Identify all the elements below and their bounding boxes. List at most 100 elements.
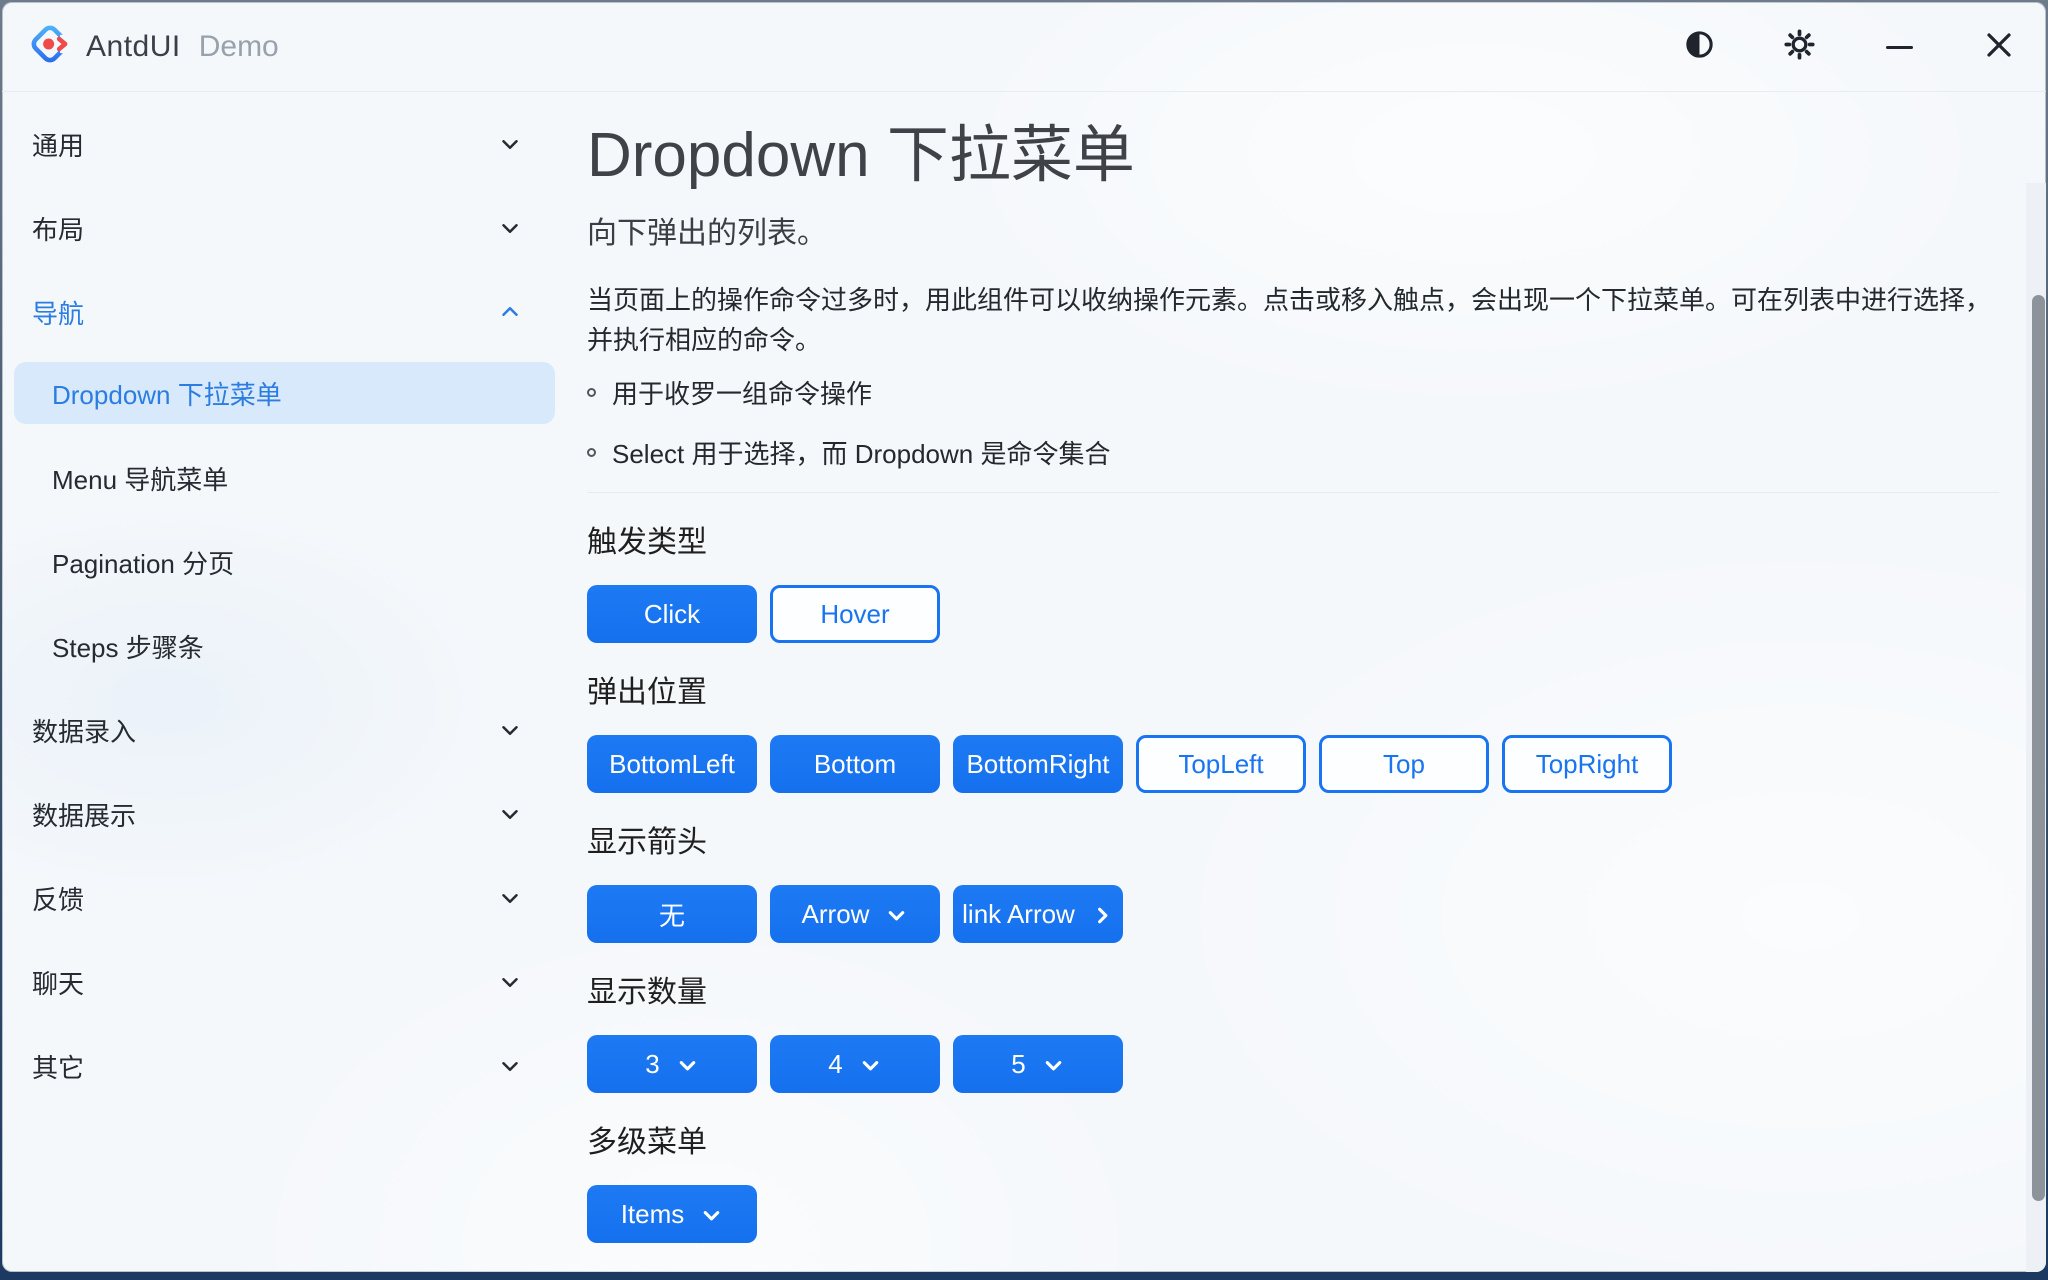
- chevron-down-icon: [859, 1054, 882, 1077]
- sidebar-item-label: Pagination 分页: [52, 544, 234, 581]
- sidebar-group-data-entry[interactable]: 数据录入: [2, 688, 567, 772]
- placement-bottomright-button[interactable]: BottomRight: [953, 735, 1123, 793]
- button-label: Click: [644, 599, 700, 630]
- settings-button[interactable]: [1777, 25, 1821, 69]
- arrow-link-button[interactable]: link Arrow: [953, 885, 1123, 943]
- titlebar: AntdUI Demo: [2, 2, 2046, 92]
- placement-topleft-button[interactable]: TopLeft: [1136, 735, 1306, 793]
- sidebar-group-label: 反馈: [32, 880, 84, 917]
- chevron-down-icon: [676, 1054, 699, 1077]
- sidebar-subnav-navigation: Dropdown 下拉菜单 Menu 导航菜单 Pagination 分页 St…: [2, 362, 567, 688]
- trigger-click-button[interactable]: Click: [587, 585, 757, 643]
- sidebar-group-data-display[interactable]: 数据展示: [2, 772, 567, 856]
- chevron-down-icon: [1042, 1054, 1065, 1077]
- placement-bottomleft-button[interactable]: BottomLeft: [587, 735, 757, 793]
- select-value: 5: [1011, 1049, 1025, 1080]
- bullet-list: 用于收罗一组命令操作 Select 用于选择，而 Dropdown 是命令集合: [587, 372, 1999, 472]
- app-brand: AntdUI Demo: [28, 22, 279, 71]
- circle-bullet-icon: [587, 448, 596, 457]
- chevron-up-icon: [497, 299, 523, 325]
- button-label: 无: [659, 896, 685, 933]
- page-title: Dropdown 下拉菜单: [587, 120, 1999, 192]
- page-description: 当页面上的操作命令过多时，用此组件可以收纳操作元素。点击或移入触点，会出现一个下…: [587, 280, 1999, 360]
- section-heading-show-arrow: 显示箭头: [587, 821, 1999, 865]
- main-content: Dropdown 下拉菜单 向下弹出的列表。 当页面上的操作命令过多时，用此组件…: [567, 92, 2046, 1272]
- button-label: BottomRight: [966, 749, 1109, 780]
- multilevel-items-select[interactable]: Items: [587, 1185, 757, 1243]
- button-label: TopLeft: [1178, 749, 1263, 780]
- sidebar-group-label: 聊天: [32, 964, 84, 1001]
- button-label: Arrow: [802, 899, 870, 930]
- sidebar: 通用 布局 导航: [2, 92, 567, 1272]
- sidebar-group-label: 布局: [32, 210, 84, 247]
- gear-icon: [1783, 28, 1816, 66]
- select-value: 3: [645, 1049, 659, 1080]
- circle-bullet-icon: [587, 388, 596, 397]
- theme-toggle-button[interactable]: [1677, 25, 1721, 69]
- section-heading-placement: 弹出位置: [587, 671, 1999, 715]
- sidebar-group-layout[interactable]: 布局: [2, 186, 567, 270]
- button-label: TopRight: [1536, 749, 1639, 780]
- arrow-dropdown-button[interactable]: Arrow: [770, 885, 940, 943]
- placement-top-button[interactable]: Top: [1319, 735, 1489, 793]
- sidebar-item-label: Dropdown 下拉菜单: [52, 375, 282, 412]
- bullet-text: Select 用于选择，而 Dropdown 是命令集合: [612, 434, 1110, 471]
- app-title: AntdUI: [86, 30, 181, 64]
- scrollbar-track: [2026, 183, 2046, 1272]
- chevron-down-icon: [497, 885, 523, 911]
- list-item: 用于收罗一组命令操作: [587, 372, 1999, 412]
- button-label: Top: [1383, 749, 1425, 780]
- chevron-down-icon: [497, 215, 523, 241]
- sidebar-group-label: 数据录入: [32, 712, 136, 749]
- chevron-down-icon: [497, 801, 523, 827]
- trigger-button-row: Click Hover: [587, 585, 1999, 643]
- count-select-5[interactable]: 5: [953, 1035, 1123, 1093]
- bullet-text: 用于收罗一组命令操作: [612, 374, 872, 411]
- arrow-button-row: 无 Arrow link Arrow: [587, 885, 1999, 943]
- chevron-down-icon: [700, 1204, 723, 1227]
- desktop-background: AntdUI Demo: [0, 0, 2048, 1280]
- minimize-button[interactable]: [1877, 25, 1921, 69]
- half-circle-theme-icon: [1684, 29, 1715, 65]
- sidebar-group-general[interactable]: 通用: [2, 102, 567, 186]
- count-select-row: 3 4 5: [587, 1035, 1999, 1093]
- divider: [587, 492, 1999, 493]
- sidebar-item-label: Menu 导航菜单: [52, 460, 228, 497]
- button-label: BottomLeft: [609, 749, 735, 780]
- button-label: link Arrow: [962, 899, 1075, 930]
- sidebar-item-dropdown-selected[interactable]: Dropdown 下拉菜单: [14, 362, 555, 424]
- chevron-down-icon: [497, 1053, 523, 1079]
- placement-button-row: BottomLeft Bottom BottomRight TopLeft To: [587, 735, 1999, 793]
- window-controls: [1677, 2, 2021, 92]
- sidebar-item-steps[interactable]: Steps 步骤条: [2, 604, 567, 688]
- multilevel-select-row: Items: [587, 1185, 1999, 1243]
- chevron-down-icon: [497, 717, 523, 743]
- minimize-icon: [1886, 46, 1913, 49]
- sidebar-group-label: 其它: [32, 1048, 84, 1085]
- close-icon: [1984, 30, 2014, 65]
- select-value: Items: [621, 1199, 685, 1230]
- section-heading-show-count: 显示数量: [587, 971, 1999, 1015]
- sidebar-item-pagination[interactable]: Pagination 分页: [2, 520, 567, 604]
- scrollbar-thumb[interactable]: [2032, 295, 2045, 1201]
- button-label: Hover: [820, 599, 889, 630]
- page-subtitle: 向下弹出的列表。: [587, 214, 1999, 254]
- section-heading-multilevel-menu: 多级菜单: [587, 1121, 1999, 1165]
- sidebar-group-chat[interactable]: 聊天: [2, 940, 567, 1024]
- trigger-hover-button[interactable]: Hover: [770, 585, 940, 643]
- sidebar-group-navigation[interactable]: 导航: [2, 270, 567, 354]
- sidebar-group-feedback[interactable]: 反馈: [2, 856, 567, 940]
- count-select-3[interactable]: 3: [587, 1035, 757, 1093]
- placement-bottom-button[interactable]: Bottom: [770, 735, 940, 793]
- sidebar-group-other[interactable]: 其它: [2, 1024, 567, 1108]
- close-button[interactable]: [1977, 25, 2021, 69]
- count-select-4[interactable]: 4: [770, 1035, 940, 1093]
- app-title-suffix: Demo: [199, 30, 279, 64]
- placement-topright-button[interactable]: TopRight: [1502, 735, 1672, 793]
- sidebar-group-label: 通用: [32, 126, 84, 163]
- sidebar-item-menu[interactable]: Menu 导航菜单: [2, 436, 567, 520]
- section-heading-icon-menu: 图标菜单: [587, 1271, 1999, 1272]
- section-heading-trigger-type: 触发类型: [587, 521, 1999, 565]
- arrow-none-button[interactable]: 无: [587, 885, 757, 943]
- sidebar-group-label: 导航: [32, 294, 84, 331]
